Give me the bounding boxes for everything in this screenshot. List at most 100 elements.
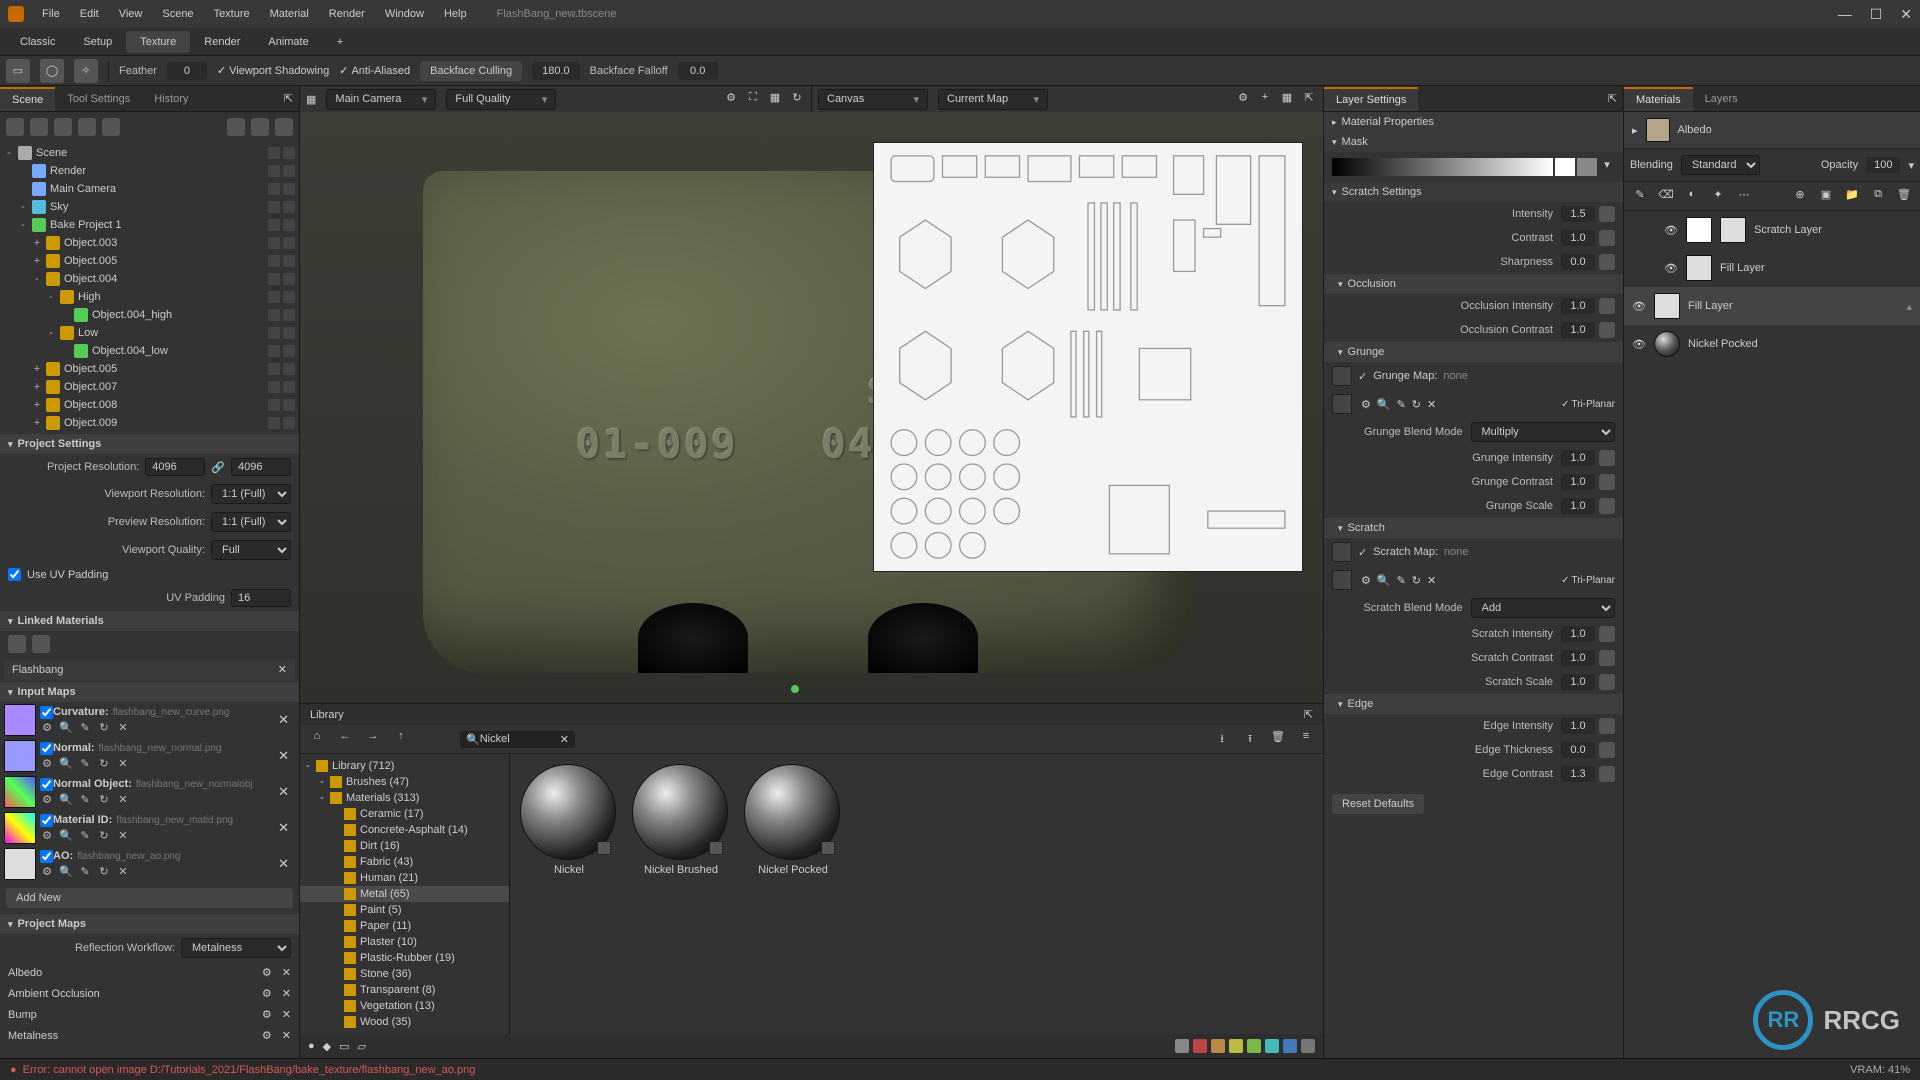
color-swatch[interactable] xyxy=(1229,1039,1243,1053)
slider-value[interactable]: 1.0 xyxy=(1561,450,1595,466)
library-folder[interactable]: Paint (5) xyxy=(300,902,509,918)
use-uv-padding-checkbox[interactable] xyxy=(8,568,21,581)
clear-icon[interactable]: ✕ xyxy=(1427,575,1436,587)
gear-icon[interactable]: ⚙ xyxy=(1361,575,1371,587)
edit-icon[interactable]: ✎ xyxy=(78,829,92,843)
add-view-icon[interactable]: + xyxy=(1257,91,1273,107)
tree-row[interactable]: +Object.005 xyxy=(0,252,299,270)
light-icon[interactable] xyxy=(54,118,72,136)
popout-icon[interactable]: ⇱ xyxy=(1602,92,1623,105)
chevron-down-icon[interactable]: ▸ xyxy=(1632,124,1638,137)
color-swatch[interactable] xyxy=(1265,1039,1279,1053)
library-folder[interactable]: -Library (712) xyxy=(300,758,509,774)
menu-window[interactable]: Window xyxy=(375,4,434,24)
remove-icon[interactable]: ✕ xyxy=(272,784,295,800)
slider-toggle[interactable] xyxy=(1599,674,1615,690)
camera-icon[interactable] xyxy=(30,118,48,136)
color-swatch[interactable] xyxy=(1301,1039,1315,1053)
blending-mode-select[interactable]: Standard xyxy=(1681,155,1760,175)
material-properties-section[interactable]: Material Properties xyxy=(1324,112,1623,132)
home-icon[interactable]: ⌂ xyxy=(308,730,326,748)
tree-row[interactable]: +Object.009 xyxy=(0,414,299,432)
opacity-menu-icon[interactable]: ▾ xyxy=(1908,159,1914,172)
slider-value[interactable]: 1.0 xyxy=(1561,650,1595,666)
tree-row[interactable]: -Low xyxy=(0,324,299,342)
tree-row[interactable]: -Object.004 xyxy=(0,270,299,288)
menu-edit[interactable]: Edit xyxy=(70,4,109,24)
reload-icon[interactable]: ↻ xyxy=(97,757,111,771)
tab-layers[interactable]: Layers xyxy=(1693,88,1750,110)
slider-value[interactable]: 1.3 xyxy=(1561,766,1595,782)
search-icon[interactable]: 🔍 xyxy=(59,757,73,771)
project-map-row[interactable]: Bump⚙✕ xyxy=(0,1004,299,1025)
backface-falloff-value[interactable]: 0.0 xyxy=(678,62,718,80)
tab-scene[interactable]: Scene xyxy=(0,87,55,111)
slider-value[interactable]: 0.0 xyxy=(1561,742,1595,758)
upload-icon[interactable]: ⭱ xyxy=(1241,730,1259,748)
edge-section[interactable]: Edge xyxy=(1324,694,1623,714)
mask-gray-swatch[interactable] xyxy=(1577,158,1597,176)
reload-icon[interactable]: ↻ xyxy=(97,865,111,879)
library-item[interactable]: Nickel xyxy=(520,764,618,1024)
project-settings-header[interactable]: Project Settings xyxy=(0,434,299,454)
library-item[interactable]: Nickel Pocked xyxy=(744,764,842,1024)
expand-icon[interactable]: ⛶ xyxy=(745,91,761,107)
layer-row[interactable]: 👁Scratch Layer xyxy=(1624,211,1920,249)
reload-icon[interactable]: ↻ xyxy=(1412,575,1421,587)
input-map-row[interactable]: Curvature:flashbang_new_curve.png ⚙🔍✎↻✕ … xyxy=(0,702,299,738)
tab-tool-settings[interactable]: Tool Settings xyxy=(55,88,142,110)
tree-row[interactable]: -Sky xyxy=(0,198,299,216)
quality-select[interactable]: Full Quality xyxy=(446,89,556,110)
library-folder[interactable]: Stone (36) xyxy=(300,966,509,982)
clear-icon[interactable]: ✕ xyxy=(1427,399,1436,411)
minimize-icon[interactable]: — xyxy=(1838,6,1852,23)
slider-toggle[interactable] xyxy=(1599,474,1615,490)
slider-toggle[interactable] xyxy=(1599,298,1615,314)
input-maps-header[interactable]: Input Maps xyxy=(0,682,299,702)
search-icon[interactable]: 🔍 xyxy=(1377,399,1391,411)
clear-icon[interactable]: ✕ xyxy=(116,793,130,807)
backface-culling-button[interactable]: Backface Culling xyxy=(420,61,522,81)
remove-icon[interactable]: ✕ xyxy=(282,1029,291,1042)
add-icon[interactable] xyxy=(6,118,24,136)
grunge-section[interactable]: Grunge xyxy=(1324,342,1623,362)
slider-toggle[interactable] xyxy=(1599,450,1615,466)
scratch-map-thumb[interactable] xyxy=(1332,542,1352,562)
color-swatch[interactable] xyxy=(1193,1039,1207,1053)
gear-icon[interactable]: ⚙ xyxy=(262,1008,272,1021)
clear-icon[interactable]: ✕ xyxy=(116,865,130,879)
item-checkbox[interactable] xyxy=(709,841,723,855)
library-folder[interactable]: -Materials (313) xyxy=(300,790,509,806)
project-map-row[interactable]: Ambient Occlusion⚙✕ xyxy=(0,983,299,1004)
map-checkbox[interactable] xyxy=(40,742,53,755)
canvas-select[interactable]: Canvas xyxy=(818,89,928,110)
mode-+[interactable]: + xyxy=(323,31,357,53)
gear-icon[interactable]: ⚙ xyxy=(723,91,739,107)
grid-icon[interactable]: ▦ xyxy=(1279,91,1295,107)
edit-icon[interactable]: ✎ xyxy=(78,721,92,735)
maximize-icon[interactable]: ☐ xyxy=(1870,6,1883,23)
menu-help[interactable]: Help xyxy=(434,4,477,24)
slider-toggle[interactable] xyxy=(1599,626,1615,642)
mode-animate[interactable]: Animate xyxy=(254,31,322,53)
slider-value[interactable]: 1.0 xyxy=(1561,230,1595,246)
clear-icon[interactable]: ✕ xyxy=(116,721,130,735)
render-icon[interactable] xyxy=(102,118,120,136)
remove-icon[interactable]: ✕ xyxy=(282,987,291,1000)
search-icon[interactable]: 🔍 xyxy=(59,865,73,879)
mask-dropdown-icon[interactable]: ▾ xyxy=(1599,158,1615,176)
slider-value[interactable]: 1.0 xyxy=(1561,322,1595,338)
gear-icon[interactable]: ⚙ xyxy=(262,966,272,979)
grunge-map-thumb[interactable] xyxy=(1332,366,1352,386)
menu-file[interactable]: File xyxy=(32,4,70,24)
viewport-menu-icon[interactable]: ▦ xyxy=(306,93,316,106)
tri-planar-toggle[interactable]: Tri-Planar xyxy=(1561,399,1615,410)
remove-icon[interactable]: ✕ xyxy=(282,1008,291,1021)
edit-icon[interactable]: ✎ xyxy=(78,757,92,771)
map-checkbox[interactable] xyxy=(40,814,53,827)
tree-row[interactable]: -High xyxy=(0,288,299,306)
anti-aliased-toggle[interactable]: Anti-Aliased xyxy=(339,64,410,77)
project-resolution-width[interactable] xyxy=(145,458,205,476)
mask-section[interactable]: Mask xyxy=(1324,132,1623,152)
sphere-preview-icon[interactable]: ● xyxy=(308,1040,315,1052)
